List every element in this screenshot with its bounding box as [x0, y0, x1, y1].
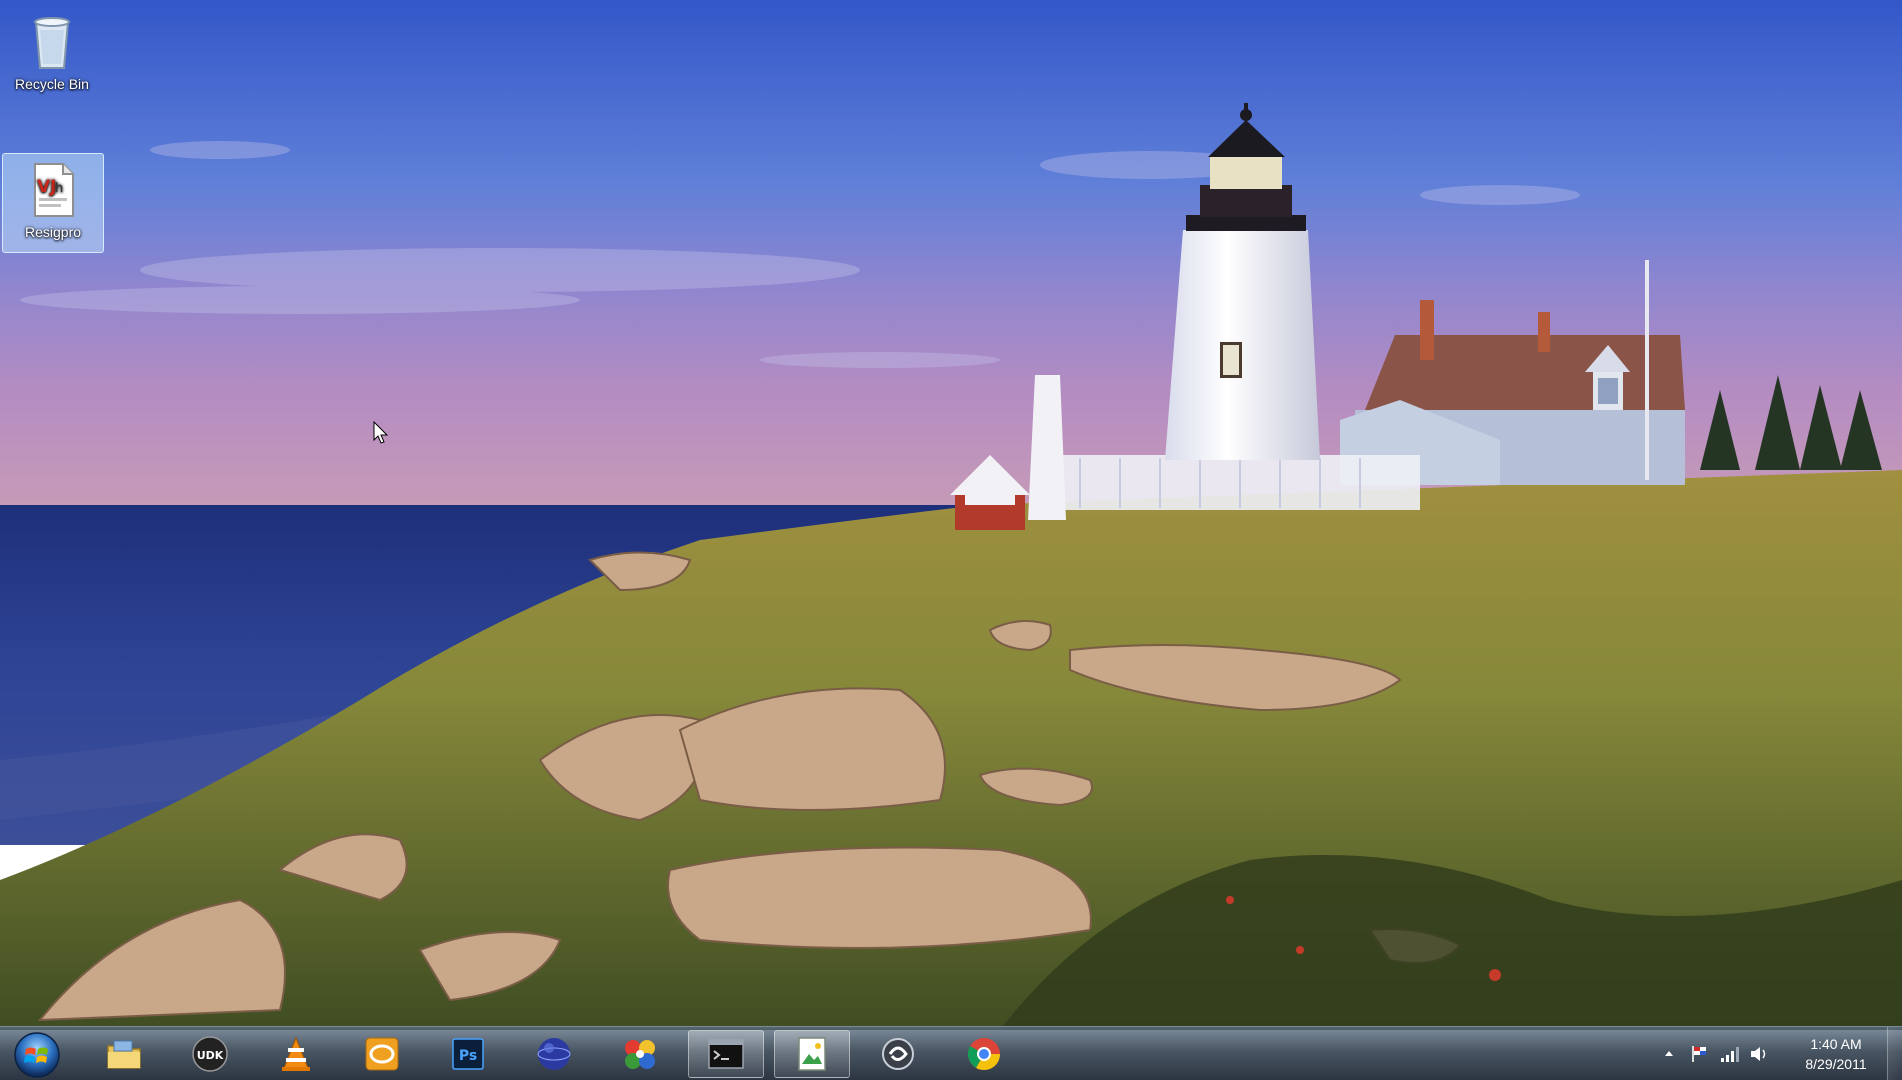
- swirl-app-icon: [882, 1038, 914, 1070]
- wallpaper-lighthouse: [0, 0, 1902, 1030]
- svg-text:Ps: Ps: [459, 1048, 477, 1064]
- document-icon: VJ h: [34, 163, 74, 217]
- windows-orb-icon: [14, 1032, 60, 1078]
- system-tray: 1:40 AM 8/29/2011: [1654, 1027, 1882, 1080]
- resigpro-label: Resigpro: [24, 224, 82, 240]
- svg-text:VJ: VJ: [37, 177, 56, 197]
- pinwheel-icon: [625, 1040, 655, 1069]
- taskbar-vlc[interactable]: [258, 1030, 334, 1078]
- taskbar-orange-app[interactable]: [344, 1030, 420, 1078]
- desktop[interactable]: Recycle Bin VJ h Resigpro UDK Ps 1:40 AM…: [0, 0, 1902, 1080]
- taskbar-image-editor[interactable]: [774, 1030, 850, 1078]
- taskbar-globe-app[interactable]: [516, 1030, 592, 1078]
- action-center-flag-icon[interactable]: [1688, 1043, 1710, 1065]
- taskbar-command-prompt[interactable]: [688, 1030, 764, 1078]
- taskbar-pinwheel-app[interactable]: [602, 1030, 678, 1078]
- svg-text:UDK: UDK: [197, 1049, 224, 1062]
- start-button[interactable]: [10, 1029, 64, 1080]
- recycle-bin-icon: [34, 17, 70, 69]
- taskbar-photoshop[interactable]: Ps: [430, 1030, 506, 1078]
- photoshop-icon: Ps: [452, 1038, 484, 1070]
- taskbar: UDK Ps 1:40 AM 8/29/2011: [0, 1026, 1902, 1080]
- show-desktop-button[interactable]: [1887, 1027, 1902, 1080]
- globe-icon: [537, 1038, 571, 1070]
- desktop-icon-resigpro[interactable]: VJ h Resigpro: [2, 153, 104, 253]
- taskbar-udk[interactable]: UDK: [172, 1030, 248, 1078]
- file-explorer-icon: [107, 1040, 141, 1069]
- clock-date: 8/29/2011: [1805, 1056, 1867, 1072]
- network-signal-icon[interactable]: [1718, 1043, 1740, 1065]
- taskbar-file-explorer[interactable]: [86, 1030, 162, 1078]
- chrome-icon: [967, 1038, 1001, 1071]
- taskbar-clock[interactable]: 1:40 AM 8/29/2011: [1790, 1034, 1882, 1074]
- volume-icon[interactable]: [1748, 1043, 1770, 1065]
- show-hidden-icons-icon[interactable]: [1658, 1043, 1680, 1065]
- udk-icon: UDK: [192, 1036, 228, 1072]
- desktop-icon-recycle-bin[interactable]: Recycle Bin: [2, 6, 102, 92]
- command-prompt-icon: [708, 1039, 744, 1069]
- mouse-cursor-icon: [373, 421, 389, 444]
- svg-text:h: h: [55, 181, 63, 196]
- image-editor-icon: [798, 1037, 826, 1071]
- orange-app-icon: [365, 1037, 399, 1071]
- vlc-icon: [282, 1036, 310, 1071]
- taskbar-chrome[interactable]: [946, 1030, 1022, 1078]
- clock-time: 1:40 AM: [1810, 1036, 1862, 1052]
- taskbar-swirl-app[interactable]: [860, 1030, 936, 1078]
- recycle-bin-label: Recycle Bin: [15, 76, 89, 92]
